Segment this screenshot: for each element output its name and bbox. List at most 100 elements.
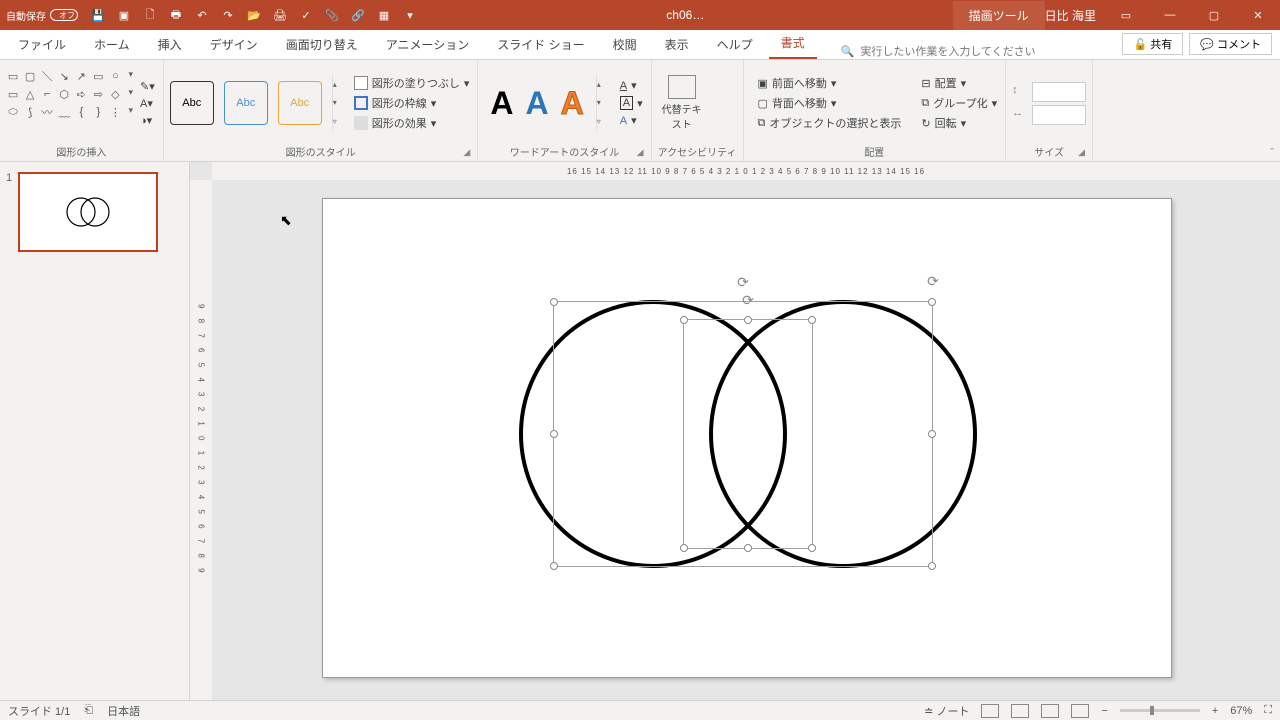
dialog-launcher-icon[interactable]: ◢ xyxy=(463,147,475,159)
search-icon: 🔍 xyxy=(841,45,855,58)
notes-button[interactable]: ≐ ノート xyxy=(924,703,969,719)
ruler-horizontal: 16 15 14 13 12 11 10 9 8 7 6 5 4 3 2 1 0… xyxy=(212,162,1280,180)
ribbon-display-icon[interactable]: ▭ xyxy=(1104,0,1148,30)
merge-shapes-button[interactable]: ◑▾ xyxy=(138,113,157,128)
text-outline-button[interactable]: A▾ xyxy=(618,95,645,111)
attach-icon[interactable]: 📎 xyxy=(324,7,340,23)
open-icon[interactable]: 📂 xyxy=(246,7,262,23)
tab-format[interactable]: 書式 xyxy=(769,28,817,59)
reading-view-icon[interactable] xyxy=(1041,704,1059,718)
rotate-handle-icon[interactable]: ⟳ xyxy=(737,274,749,291)
tab-home[interactable]: ホーム xyxy=(82,30,142,59)
zoom-in-button[interactable]: + xyxy=(1212,705,1218,717)
tab-file[interactable]: ファイル xyxy=(6,30,78,59)
slide-thumbnail-panel[interactable]: 1 xyxy=(0,162,190,700)
ribbon: ▭▢＼↘↗▭○▾ ▭△⌐⬡➪⇨◇▾ ⬭⟆〰﹏{}⋮▾ ✎▾ A▾ ◑▾ 図形の挿… xyxy=(0,60,1280,162)
sorter-view-icon[interactable] xyxy=(1011,704,1029,718)
autosave-switch[interactable]: オフ xyxy=(50,9,78,21)
quick-print-icon[interactable]: 🖨 xyxy=(272,7,288,23)
alt-text-button[interactable]: 代替テキスト xyxy=(658,75,706,131)
tell-me-search[interactable]: 🔍 実行したい作業を入力してください xyxy=(841,43,1036,59)
maximize-icon[interactable]: ▢ xyxy=(1192,0,1236,30)
zoom-slider[interactable] xyxy=(1120,709,1200,712)
shape-fill-button[interactable]: 図形の塗りつぶし ▾ xyxy=(352,74,472,92)
tab-slideshow[interactable]: スライド ショー xyxy=(485,30,596,59)
print-icon[interactable]: 🖶 xyxy=(168,7,184,23)
dialog-launcher-icon[interactable]: ◢ xyxy=(1078,147,1090,159)
redo-icon[interactable]: ↷ xyxy=(220,7,236,23)
dialog-launcher-icon[interactable]: ◢ xyxy=(637,147,649,159)
height-icon: ↕ xyxy=(1012,84,1028,100)
wordart-preset-2[interactable]: A xyxy=(526,85,549,122)
tab-review[interactable]: 校閲 xyxy=(601,30,649,59)
autosave-toggle[interactable]: 自動保存 オフ xyxy=(6,8,78,23)
align-button[interactable]: ⊟ 配置 ▾ xyxy=(919,74,999,92)
rotate-button[interactable]: ↻ 回転 ▾ xyxy=(919,114,999,132)
tab-design[interactable]: デザイン xyxy=(198,30,270,59)
text-effects-button[interactable]: A▾ xyxy=(618,113,645,128)
new-file-icon[interactable]: 🗋 xyxy=(142,7,158,23)
qat-more-icon[interactable]: ▾ xyxy=(402,7,418,23)
shape-height-input[interactable] xyxy=(1032,82,1086,102)
close-icon[interactable]: ✕ xyxy=(1236,0,1280,30)
context-tab-drawing[interactable]: 描画ツール xyxy=(953,1,1045,30)
share-button[interactable]: 🔓 共有 xyxy=(1122,33,1183,55)
gallery-more-icon[interactable]: ▴▾▿ xyxy=(596,75,610,131)
zoom-out-button[interactable]: − xyxy=(1101,705,1107,717)
fit-to-window-icon[interactable]: ⛶ xyxy=(1264,704,1272,717)
workspace: 1 16 15 14 13 12 11 10 9 8 7 6 5 4 3 2 1… xyxy=(0,162,1280,700)
shape-outline-button[interactable]: 図形の枠線 ▾ xyxy=(352,94,472,112)
edit-shape-button[interactable]: ✎▾ xyxy=(138,79,157,94)
minimize-icon[interactable]: — xyxy=(1148,0,1192,30)
quick-access-toolbar: 💾 ▣ 🗋 🖶 ↶ ↷ 📂 🖨 ✓ 📎 🔗 ▦ ▾ xyxy=(90,7,418,23)
title-bar: 自動保存 オフ 💾 ▣ 🗋 🖶 ↶ ↷ 📂 🖨 ✓ 📎 🔗 ▦ ▾ ch06… … xyxy=(0,0,1280,30)
language-indicator[interactable]: 日本語 xyxy=(107,703,140,719)
ruler-vertical: 9 8 7 6 5 4 3 2 1 0 1 2 3 4 5 6 7 8 9 xyxy=(190,180,212,700)
tab-insert[interactable]: 挿入 xyxy=(146,30,194,59)
user-name[interactable]: 日比 海里 xyxy=(1045,7,1096,24)
text-box-button[interactable]: A▾ xyxy=(138,96,157,111)
slide-canvas[interactable]: ⟳ ⟳ ⟳ xyxy=(322,198,1172,678)
comment-button[interactable]: 💬 コメント xyxy=(1189,33,1272,55)
shapes-gallery[interactable]: ▭▢＼↘↗▭○▾ ▭△⌐⬡➪⇨◇▾ ⬭⟆〰﹏{}⋮▾ xyxy=(6,67,136,139)
selection-intersection[interactable]: ⟳ xyxy=(683,319,813,549)
slide-editor[interactable]: 16 15 14 13 12 11 10 9 8 7 6 5 4 3 2 1 0… xyxy=(190,162,1280,700)
window-title: ch06… xyxy=(418,8,953,22)
undo-icon[interactable]: ↶ xyxy=(194,7,210,23)
slideshow-view-icon[interactable] xyxy=(1071,704,1089,718)
link-icon[interactable]: 🔗 xyxy=(350,7,366,23)
spellcheck-status-icon[interactable]: ⎗ xyxy=(84,704,93,717)
wordart-gallery[interactable]: A A A ▴▾▿ xyxy=(484,75,615,131)
send-backward-button[interactable]: ▢ 背面へ移動 ▾ xyxy=(756,94,904,112)
tab-help[interactable]: ヘルプ xyxy=(705,30,765,59)
macro-icon[interactable]: ▦ xyxy=(376,7,392,23)
from-beginning-icon[interactable]: ▣ xyxy=(116,7,132,23)
collapse-ribbon-icon[interactable]: ˆ xyxy=(1270,147,1274,159)
bring-forward-button[interactable]: ▣ 前面へ移動 ▾ xyxy=(756,74,904,92)
rotate-handle-icon[interactable]: ⟳ xyxy=(742,292,754,309)
zoom-level[interactable]: 67% xyxy=(1230,705,1252,717)
rotate-handle-icon[interactable]: ⟳ xyxy=(927,273,939,290)
wordart-preset-1[interactable]: A xyxy=(490,85,513,122)
shape-effects-button[interactable]: 図形の効果 ▾ xyxy=(352,114,472,132)
wordart-preset-3[interactable]: A xyxy=(561,85,584,122)
slide-indicator[interactable]: スライド 1/1 xyxy=(8,703,70,719)
style-preset-1[interactable]: Abc xyxy=(170,81,214,125)
text-fill-button[interactable]: A▾ xyxy=(618,78,645,93)
selection-pane-button[interactable]: ⧉ オブジェクトの選択と表示 xyxy=(756,114,904,132)
normal-view-icon[interactable] xyxy=(981,704,999,718)
slide-thumbnail-1[interactable] xyxy=(18,172,158,252)
shape-styles-gallery[interactable]: Abc Abc Abc ▴▾▿ xyxy=(170,75,346,131)
group-objects-button[interactable]: ⧉ グループ化 ▾ xyxy=(919,94,999,112)
gallery-more-icon[interactable]: ▴▾▿ xyxy=(332,75,346,131)
tab-view[interactable]: 表示 xyxy=(653,30,701,59)
shape-width-input[interactable] xyxy=(1032,105,1086,125)
tab-transitions[interactable]: 画面切り替え xyxy=(274,30,370,59)
style-preset-3[interactable]: Abc xyxy=(278,81,322,125)
status-bar: スライド 1/1 ⎗ 日本語 ≐ ノート − + 67% ⛶ xyxy=(0,700,1280,720)
style-preset-2[interactable]: Abc xyxy=(224,81,268,125)
tab-animations[interactable]: アニメーション xyxy=(374,30,482,59)
group-label: 図形の挿入 xyxy=(6,142,157,159)
save-icon[interactable]: 💾 xyxy=(90,7,106,23)
spellcheck-icon[interactable]: ✓ xyxy=(298,7,314,23)
